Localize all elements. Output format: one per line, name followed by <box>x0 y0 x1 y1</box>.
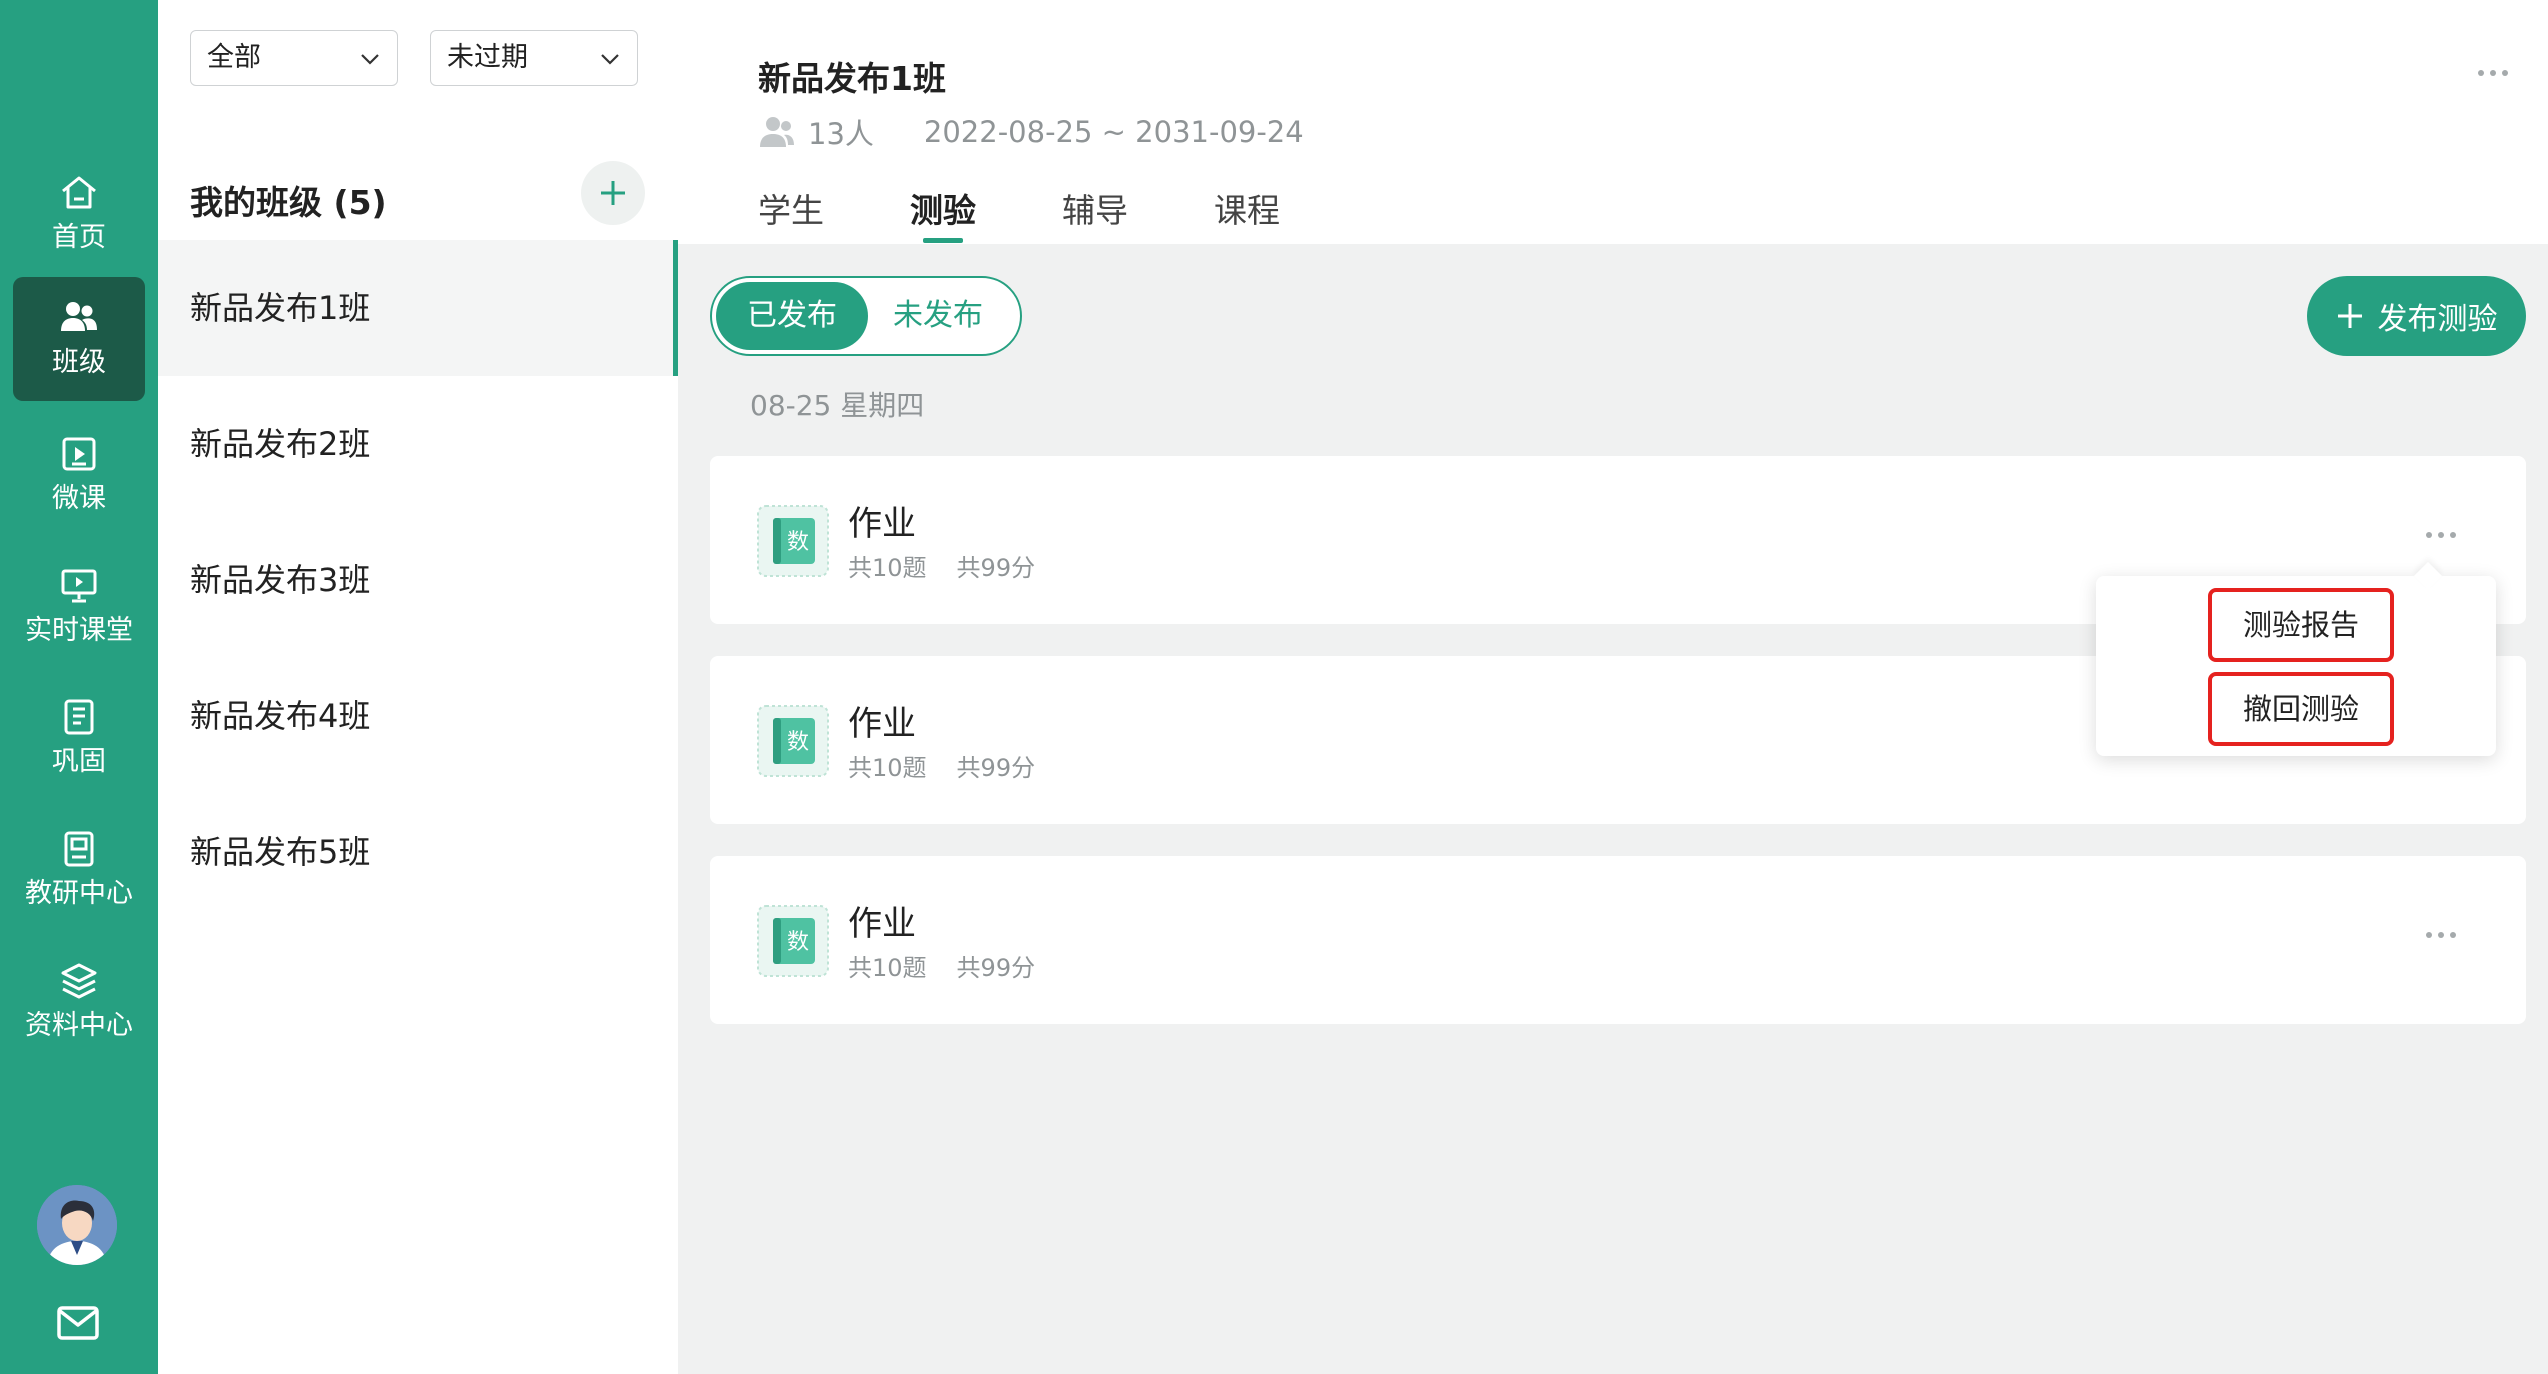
more-dot <box>2478 70 2484 76</box>
layers-icon <box>61 963 97 999</box>
question-count: 共10题 <box>848 754 927 782</box>
math-book-icon: 数 <box>757 905 829 977</box>
quiz-info: 共10题 共99分 <box>848 748 1035 783</box>
toggle-published[interactable]: 已发布 <box>716 282 868 350</box>
math-book-icon: 数 <box>757 705 829 777</box>
members-icon <box>760 117 794 147</box>
class-list-item[interactable]: 新品发布1班 <box>158 240 678 376</box>
class-date-range: 2022-08-25 ~ 2031-09-24 <box>923 115 1304 149</box>
header-more-button[interactable] <box>2478 70 2508 76</box>
nav-microlesson-label: 微课 <box>52 483 106 514</box>
nav-class-label: 班级 <box>52 347 106 378</box>
chevron-down-icon <box>601 54 619 65</box>
plus-icon <box>601 181 625 205</box>
chevron-down-icon <box>361 54 379 65</box>
tab-course[interactable]: 课程 <box>1214 184 1280 232</box>
more-dot <box>2450 532 2456 538</box>
card-more-button[interactable] <box>2426 932 2456 938</box>
total-score: 共99分 <box>956 754 1036 782</box>
book-icon <box>64 831 94 867</box>
member-count: 13人 <box>808 117 874 151</box>
nav-consolidate-label: 巩固 <box>52 746 106 777</box>
notebook-icon <box>64 699 94 735</box>
subject-badge: 数 <box>787 730 809 755</box>
status-filter-value: 未过期 <box>447 42 528 73</box>
class-list-item[interactable]: 新品发布4班 <box>158 648 678 784</box>
mail-icon[interactable] <box>56 1305 100 1341</box>
my-classes-heading: 我的班级 (5) <box>190 183 387 222</box>
scope-filter-select[interactable]: 全部 <box>190 30 398 86</box>
more-dot <box>2502 70 2508 76</box>
publish-status-toggle: 已发布 未发布 <box>710 276 1022 356</box>
active-tab-indicator <box>923 238 963 243</box>
nav-consolidate[interactable]: 巩固 <box>13 676 145 800</box>
quiz-title: 作业 <box>848 904 916 944</box>
math-book-icon: 数 <box>757 505 829 577</box>
nav-home-label: 首页 <box>52 222 106 253</box>
quiz-card[interactable]: 数 作业 共10题 共99分 <box>710 856 2526 1024</box>
nav-live-class[interactable]: 实时课堂 <box>13 545 145 669</box>
nav-class[interactable]: 班级 <box>13 277 145 401</box>
video-icon <box>62 437 96 471</box>
subject-badge: 数 <box>787 930 809 955</box>
scope-filter-value: 全部 <box>207 42 261 73</box>
avatar-image <box>37 1185 117 1265</box>
add-class-button[interactable] <box>581 161 645 225</box>
class-list-panel: 全部 未过期 我的班级 (5) 新品发布1班 新品发布2班 新品发布3班 新品发… <box>158 0 678 1374</box>
class-meta: 13人 2022-08-25 ~ 2031-09-24 <box>758 112 1304 152</box>
publish-quiz-label: 发布测验 <box>2377 302 2498 337</box>
more-dot <box>2438 532 2444 538</box>
nav-research[interactable]: 教研中心 <box>13 808 145 932</box>
class-list-item[interactable]: 新品发布2班 <box>158 376 678 512</box>
question-count: 共10题 <box>848 954 927 982</box>
class-header: 新品发布1班 13人 2022-08-25 ~ 2031-09-24 学生 测验… <box>678 0 2548 244</box>
more-dot <box>2426 532 2432 538</box>
class-list-item[interactable]: 新品发布3班 <box>158 512 678 648</box>
nav-resources[interactable]: 资料中心 <box>13 940 145 1064</box>
app-root: 首页 班级 微课 实时课堂 巩固 教研中心 资料中心 全部 未过期 我的班级 (… <box>0 0 2548 1374</box>
class-list-item[interactable]: 新品发布5班 <box>158 784 678 920</box>
more-dot <box>2490 70 2496 76</box>
quiz-title: 作业 <box>848 504 916 544</box>
tab-quiz[interactable]: 测验 <box>910 184 976 232</box>
nav-resources-label: 资料中心 <box>25 1010 133 1041</box>
main-sidebar: 首页 班级 微课 实时课堂 巩固 教研中心 资料中心 <box>0 0 158 1374</box>
subject-badge: 数 <box>787 530 809 555</box>
more-dot <box>2450 932 2456 938</box>
quiz-title: 作业 <box>848 704 916 744</box>
publish-quiz-button[interactable]: 发布测验 <box>2307 276 2526 356</box>
card-action-menu: 测验报告 撤回测验 <box>2096 576 2496 756</box>
tab-students[interactable]: 学生 <box>758 184 824 232</box>
nav-microlesson[interactable]: 微课 <box>13 413 145 537</box>
quiz-info: 共10题 共99分 <box>848 948 1035 983</box>
quiz-info: 共10题 共99分 <box>848 548 1035 583</box>
whiteboard-icon <box>61 569 97 603</box>
quiz-report-menu-item[interactable]: 测验报告 <box>2208 588 2394 662</box>
withdraw-quiz-menu-item[interactable]: 撤回测验 <box>2208 672 2394 746</box>
card-more-button[interactable] <box>2426 532 2456 538</box>
toggle-unpublished[interactable]: 未发布 <box>862 282 1014 350</box>
total-score: 共99分 <box>956 554 1036 582</box>
more-dot <box>2426 932 2432 938</box>
nav-home[interactable]: 首页 <box>13 152 145 276</box>
user-avatar[interactable] <box>37 1185 117 1265</box>
total-score: 共99分 <box>956 954 1036 982</box>
nav-research-label: 教研中心 <box>25 878 133 909</box>
tab-tutoring[interactable]: 辅导 <box>1062 184 1128 232</box>
question-count: 共10题 <box>848 554 927 582</box>
page-title: 新品发布1班 <box>758 59 946 98</box>
status-filter-select[interactable]: 未过期 <box>430 30 638 86</box>
more-dot <box>2438 932 2444 938</box>
home-icon <box>62 176 96 209</box>
plus-icon <box>2337 304 2362 328</box>
date-group-label: 08-25 星期四 <box>750 389 925 422</box>
users-icon <box>61 302 97 331</box>
nav-live-class-label: 实时课堂 <box>25 615 133 646</box>
